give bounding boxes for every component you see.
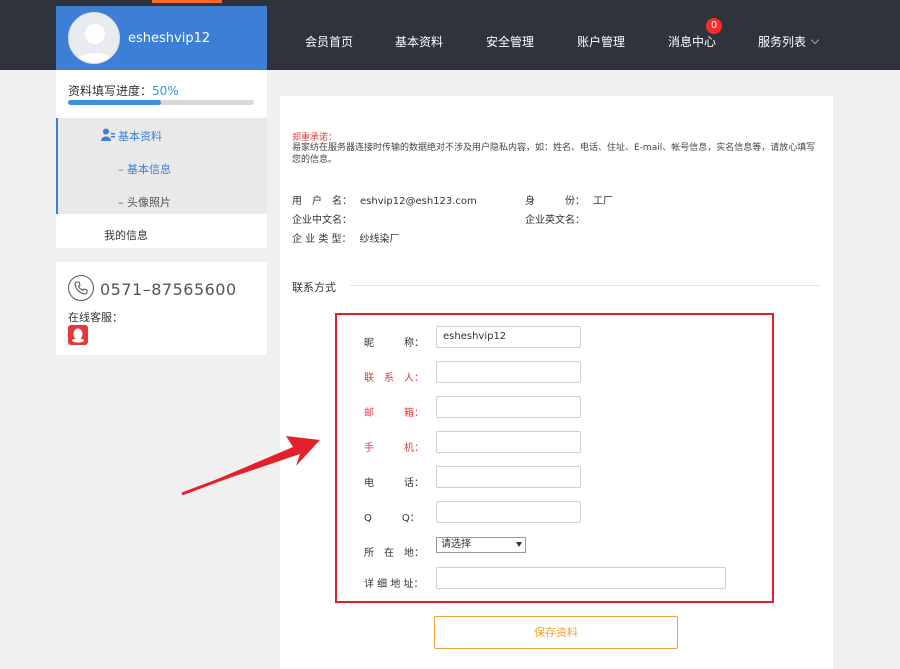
arrow-shaft: [181, 449, 297, 496]
red-arrow-annotation: [181, 436, 320, 496]
